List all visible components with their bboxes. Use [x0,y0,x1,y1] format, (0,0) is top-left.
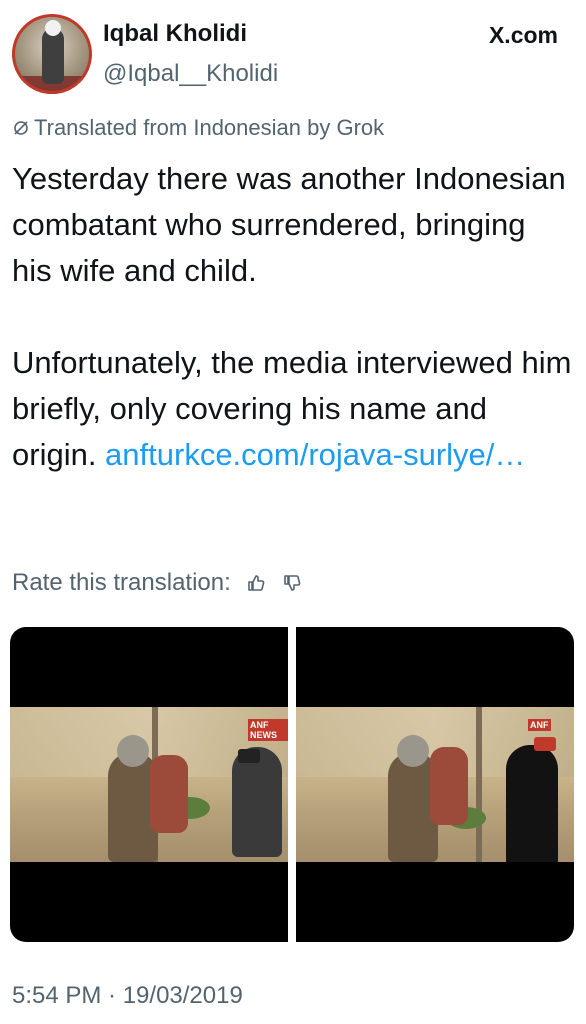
thumbs-down-icon[interactable] [281,572,303,594]
child-figure [430,747,468,825]
author-handle[interactable]: @Iqbal__Kholidi [103,60,278,88]
tweet-paragraph-1: Yesterday there was another Indonesian c… [12,161,566,288]
thumbs-up-icon[interactable] [245,572,267,594]
rate-label: Rate this translation: [12,569,231,596]
rate-translation: Rate this translation: [12,569,303,597]
scene-1: ANF NEWS [10,707,288,862]
anf-watermark: ANF [528,719,551,731]
scene-2: ANF [296,707,574,862]
site-label[interactable]: X.com [489,22,558,49]
woman-figure [506,745,558,862]
pole [476,707,482,862]
media-grid: ANF NEWS ANF [10,627,574,942]
tweet-paragraph-2: Unfortunately, the media interviewed him… [12,340,572,478]
man-head [397,735,429,767]
tweet-text: Yesterday there was another Indonesian c… [12,156,572,478]
translate-icon [14,121,28,135]
child-figure [150,755,188,833]
site-text: X.com [488,22,558,48]
article-link[interactable]: anfturkce.com/rojava-surlye/… [105,437,525,472]
microphone [534,737,556,751]
microphone [238,749,260,763]
avatar[interactable] [12,14,92,94]
avatar-rim [12,14,92,94]
anf-watermark: ANF NEWS [248,719,288,741]
man-head [117,735,149,767]
media-image-2[interactable]: ANF [296,627,574,942]
reporter-figure [232,747,282,857]
translation-note: Translated from Indonesian by Grok [12,115,384,141]
timestamp[interactable]: 5:54 PM · 19/03/2019 [12,982,243,1010]
translation-label: Translated from Indonesian by Grok [34,115,385,140]
media-image-1[interactable]: ANF NEWS [10,627,288,942]
author-name[interactable]: Iqbal Kholidi [103,20,247,48]
